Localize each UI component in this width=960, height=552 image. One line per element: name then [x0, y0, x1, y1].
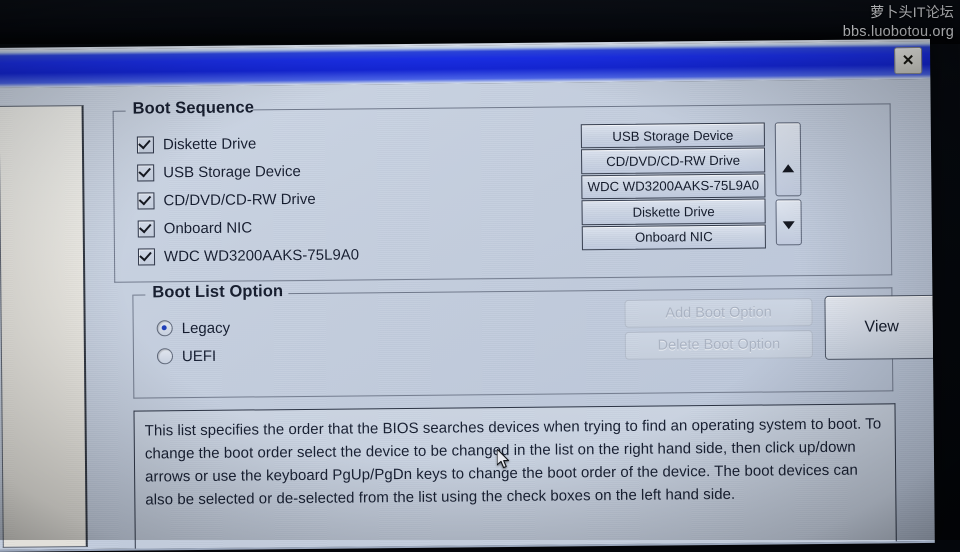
description-text: This list specifies the order that the B…	[144, 415, 882, 509]
boot-order-scroll-controls	[774, 122, 802, 246]
forum-watermark: 萝卜头IT论坛 bbs.luobotou.org	[843, 2, 954, 43]
device-label: USB Storage Device	[163, 162, 301, 181]
boot-order-item[interactable]: Diskette Drive	[581, 198, 766, 225]
radio-row-uefi[interactable]: UEFI	[156, 346, 217, 367]
watermark-line-1: 萝卜头IT论坛	[870, 4, 954, 20]
delete-boot-option-button[interactable]: Delete Boot Option	[624, 330, 814, 360]
arrow-up-icon	[782, 164, 795, 173]
close-icon[interactable]: ✕	[894, 47, 923, 75]
radio-uefi[interactable]	[156, 348, 174, 365]
radio-label: UEFI	[181, 347, 217, 365]
boot-order-list[interactable]: USB Storage Device CD/DVD/CD-RW Drive WD…	[580, 122, 766, 252]
boot-order-item[interactable]: WDC WD3200AAKS-75L9A0	[581, 173, 766, 200]
radio-row-legacy[interactable]: Legacy	[156, 318, 231, 339]
add-boot-option-button[interactable]: Add Boot Option	[624, 298, 813, 328]
checkbox-diskette-drive[interactable]	[136, 135, 155, 154]
bios-boot-sequence-dialog: ✕ Boot Sequence Diskette Drive USB Stora…	[0, 38, 935, 552]
boot-list-option-legend: Boot List Option	[152, 282, 284, 302]
description-panel: This list specifies the order that the B…	[133, 403, 897, 551]
radio-label: Legacy	[181, 319, 231, 337]
checkbox-cd-dvd-drive[interactable]	[137, 191, 155, 210]
view-button[interactable]: View	[824, 294, 935, 360]
checkbox-onboard-nic[interactable]	[137, 219, 155, 238]
dialog-content: Boot Sequence Diskette Drive USB Storage…	[94, 85, 935, 551]
arrow-down-icon	[782, 221, 795, 230]
device-checkbox-row[interactable]: Onboard NIC	[137, 217, 253, 238]
boot-order-item[interactable]: Onboard NIC	[581, 224, 766, 251]
boot-order-item[interactable]: USB Storage Device	[580, 122, 765, 149]
navigation-pane[interactable]	[0, 105, 88, 548]
monitor-bezel	[0, 0, 960, 44]
radio-legacy[interactable]	[156, 320, 173, 337]
checkbox-wdc-hard-drive[interactable]	[137, 247, 156, 266]
boot-sequence-group: Boot Sequence Diskette Drive USB Storage…	[112, 98, 893, 283]
checkbox-usb-storage-device[interactable]	[137, 163, 155, 182]
device-label: Onboard NIC	[163, 218, 253, 237]
move-up-button[interactable]	[774, 122, 802, 197]
device-checkbox-row[interactable]: WDC WD3200AAKS-75L9A0	[137, 244, 360, 266]
device-label: CD/DVD/CD-RW Drive	[163, 190, 316, 209]
device-label: WDC WD3200AAKS-75L9A0	[163, 245, 360, 265]
move-down-button[interactable]	[775, 199, 802, 246]
device-checkbox-row[interactable]: Diskette Drive	[136, 133, 257, 154]
device-checkbox-row[interactable]: CD/DVD/CD-RW Drive	[137, 189, 316, 211]
device-checkbox-row[interactable]: USB Storage Device	[137, 161, 301, 183]
dialog-body: Boot Sequence Diskette Drive USB Storage…	[0, 78, 935, 552]
boot-sequence-legend: Boot Sequence	[132, 98, 255, 118]
device-label: Diskette Drive	[162, 134, 257, 153]
boot-order-item[interactable]: CD/DVD/CD-RW Drive	[581, 147, 766, 175]
